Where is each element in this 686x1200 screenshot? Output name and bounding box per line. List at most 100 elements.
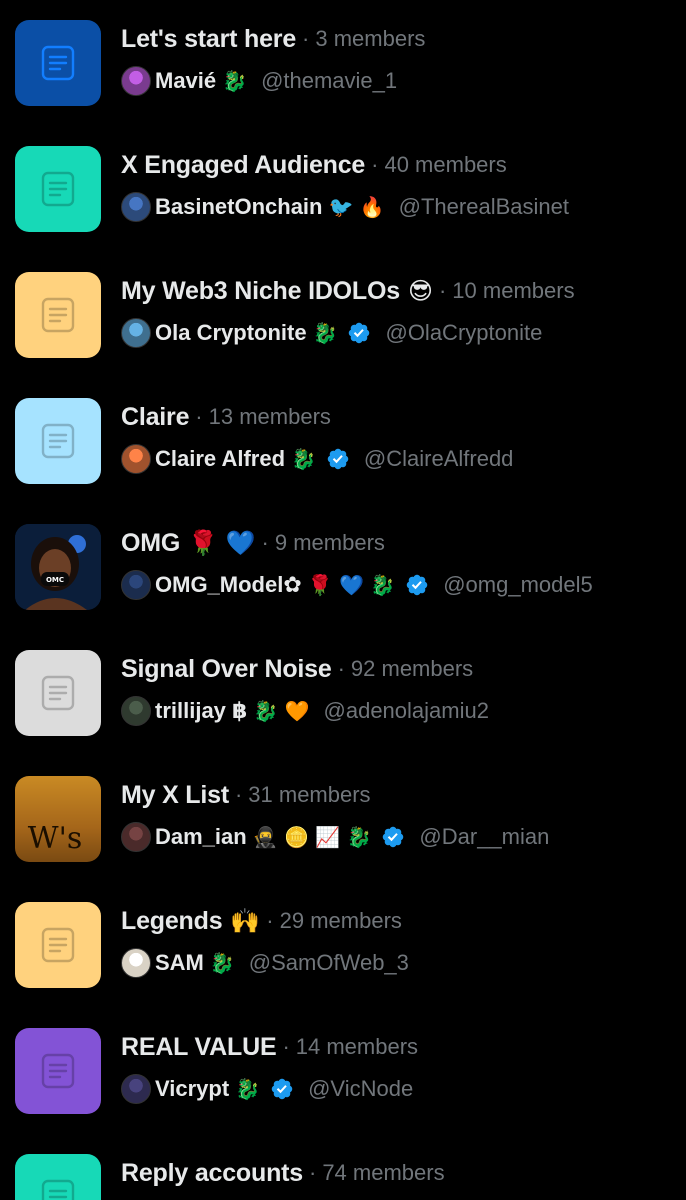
lists-feed: Let's start here · 3 members Mavié 🐉 @themavi… bbox=[0, 0, 686, 1200]
owner-name[interactable]: Ola Cryptonite bbox=[155, 320, 307, 346]
list-title: Let's start here bbox=[121, 24, 297, 53]
list-title: Signal Over Noise bbox=[121, 654, 332, 683]
member-count: 31 members bbox=[248, 782, 371, 807]
owner-name[interactable]: Vicrypt bbox=[155, 1076, 229, 1102]
avatar[interactable] bbox=[121, 444, 151, 474]
avatar[interactable] bbox=[121, 696, 151, 726]
list-item[interactable]: My Web3 Niche IDOLOs 😎 · 10 members Ola Cryp… bbox=[0, 252, 686, 378]
owner-handle[interactable]: @themavie_1 bbox=[261, 68, 397, 94]
member-count: 29 members bbox=[279, 908, 402, 933]
list-title-line: Reply accounts · 74 members bbox=[121, 1156, 445, 1190]
owner-handle[interactable]: @omg_model5 bbox=[443, 572, 593, 598]
owner-name[interactable]: BasinetOnchain bbox=[155, 194, 322, 220]
list-item[interactable]: Signal Over Noise · 92 members trillijay ฿ 🐉… bbox=[0, 630, 686, 756]
list-owner-line: OMG_Model✿ 🌹 💙 🐉 @omg_model5 bbox=[121, 568, 593, 602]
separator-dot: · bbox=[337, 656, 345, 681]
list-thumbnail bbox=[15, 650, 101, 736]
name-emoji: 🐉 bbox=[235, 1077, 261, 1101]
separator-dot: · bbox=[195, 404, 203, 429]
separator-dot: · bbox=[282, 1034, 290, 1059]
avatar[interactable] bbox=[121, 822, 151, 852]
list-title-line: Signal Over Noise · 92 members bbox=[121, 652, 473, 686]
list-owner-line: Mavié 🐉 @themavie_1 bbox=[121, 64, 397, 98]
list-item[interactable]: Reply accounts · 74 members bbox=[0, 1134, 686, 1200]
list-title: OMG bbox=[121, 528, 181, 557]
member-count: 3 members bbox=[315, 26, 426, 51]
list-title-line: X Engaged Audience · 40 members bbox=[121, 148, 507, 182]
thumbnail-text: W's bbox=[27, 820, 83, 856]
list-title-line: OMG 🌹 💙 · 9 members bbox=[121, 526, 385, 560]
list-item[interactable]: Claire · 13 members Claire Alfred 🐉 @ClaireAl… bbox=[0, 378, 686, 504]
owner-handle[interactable]: @SamOfWeb_3 bbox=[249, 950, 409, 976]
verified-badge-icon bbox=[316, 447, 350, 471]
avatar[interactable] bbox=[121, 570, 151, 600]
member-count: 13 members bbox=[208, 404, 331, 429]
list-title-line: REAL VALUE · 14 members bbox=[121, 1030, 418, 1064]
list-icon bbox=[37, 672, 79, 714]
svg-text:OMC: OMC bbox=[46, 576, 64, 584]
owner-name[interactable]: trillijay ฿ bbox=[155, 698, 247, 724]
separator-dot: · bbox=[438, 278, 447, 303]
list-title-line: My Web3 Niche IDOLOs 😎 · 10 members bbox=[121, 274, 575, 308]
owner-name[interactable]: Dam_ian bbox=[155, 824, 247, 850]
member-count: 92 members bbox=[350, 656, 474, 681]
list-owner-line: trillijay ฿ 🐉 🧡 @adenolajamiu2 bbox=[121, 694, 489, 728]
list-item[interactable]: Let's start here · 3 members Mavié 🐉 @themavi… bbox=[0, 0, 686, 126]
list-title-line: Claire · 13 members bbox=[121, 400, 331, 434]
avatar[interactable] bbox=[121, 1074, 151, 1104]
owner-name[interactable]: Mavié bbox=[155, 68, 216, 94]
separator-dot: · bbox=[371, 152, 379, 177]
verified-badge-icon bbox=[371, 825, 405, 849]
list-owner-line: Ola Cryptonite 🐉 @OlaCryptonite bbox=[121, 316, 542, 350]
separator-dot: · bbox=[302, 26, 310, 51]
list-thumbnail bbox=[15, 272, 101, 358]
verified-badge-icon bbox=[395, 573, 429, 597]
list-title-line: My X List · 31 members bbox=[121, 778, 371, 812]
avatar[interactable] bbox=[121, 318, 151, 348]
list-owner-line: Dam_ian 🥷 🪙 📈 🐉 @Dar__mian bbox=[121, 820, 549, 854]
list-thumbnail-image: W's bbox=[15, 776, 101, 862]
verified-badge-icon bbox=[260, 1077, 294, 1101]
list-item[interactable]: X Engaged Audience · 40 members BasinetOnch… bbox=[0, 126, 686, 252]
list-thumbnail bbox=[15, 1154, 101, 1200]
owner-handle[interactable]: @Dar__mian bbox=[419, 824, 549, 850]
list-owner-line: BasinetOnchain 🐦 🔥 @TherealBasinet bbox=[121, 190, 569, 224]
list-icon bbox=[37, 294, 79, 336]
member-count: 9 members bbox=[274, 530, 385, 555]
owner-handle[interactable]: @adenolajamiu2 bbox=[324, 698, 489, 724]
list-title: X Engaged Audience bbox=[121, 150, 366, 179]
owner-name[interactable]: Claire Alfred bbox=[155, 446, 285, 472]
owner-handle[interactable]: @ClaireAlfredd bbox=[364, 446, 514, 472]
avatar[interactable] bbox=[121, 948, 151, 978]
list-icon bbox=[37, 1176, 79, 1200]
list-title: Legends bbox=[121, 906, 223, 935]
list-item[interactable]: W's My X List · 31 members Dam_ian 🥷 🪙 📈 🐉 @Da… bbox=[0, 756, 686, 882]
owner-handle[interactable]: @OlaCryptonite bbox=[385, 320, 542, 346]
owner-name[interactable]: OMG_Model✿ bbox=[155, 572, 302, 598]
list-title: My Web3 Niche IDOLOs bbox=[121, 276, 400, 305]
name-emoji: 🐦 🔥 bbox=[328, 195, 385, 219]
owner-handle[interactable]: @TherealBasinet bbox=[399, 194, 569, 220]
member-count: 10 members bbox=[452, 278, 575, 303]
title-emoji: 😎 bbox=[407, 277, 433, 305]
list-item[interactable]: REAL VALUE · 14 members Vicrypt 🐉 @VicNode bbox=[0, 1008, 686, 1134]
list-title: Reply accounts bbox=[121, 1158, 303, 1187]
list-icon bbox=[37, 924, 79, 966]
list-item[interactable]: OMC OMG 🌹 💙 · 9 members OMG_Model✿ 🌹 💙 🐉 @omg_m… bbox=[0, 504, 686, 630]
separator-dot: · bbox=[266, 908, 274, 933]
name-emoji: 🐉 🧡 bbox=[253, 699, 310, 723]
avatar[interactable] bbox=[121, 66, 151, 96]
list-item[interactable]: Legends 🙌 · 29 members SAM 🐉 @SamOfWeb_3 bbox=[0, 882, 686, 1008]
title-emoji: 🙌 bbox=[230, 907, 261, 935]
owner-handle[interactable]: @VicNode bbox=[308, 1076, 413, 1102]
list-title: Claire bbox=[121, 402, 190, 431]
title-emoji: 🌹 💙 bbox=[188, 529, 256, 557]
list-thumbnail bbox=[15, 902, 101, 988]
list-title: REAL VALUE bbox=[121, 1032, 277, 1061]
avatar[interactable] bbox=[121, 192, 151, 222]
list-title: My X List bbox=[121, 780, 229, 809]
member-count: 40 members bbox=[384, 152, 507, 177]
portrait-image: OMC bbox=[15, 524, 101, 610]
name-emoji: 🐉 bbox=[222, 69, 248, 93]
owner-name[interactable]: SAM bbox=[155, 950, 204, 976]
